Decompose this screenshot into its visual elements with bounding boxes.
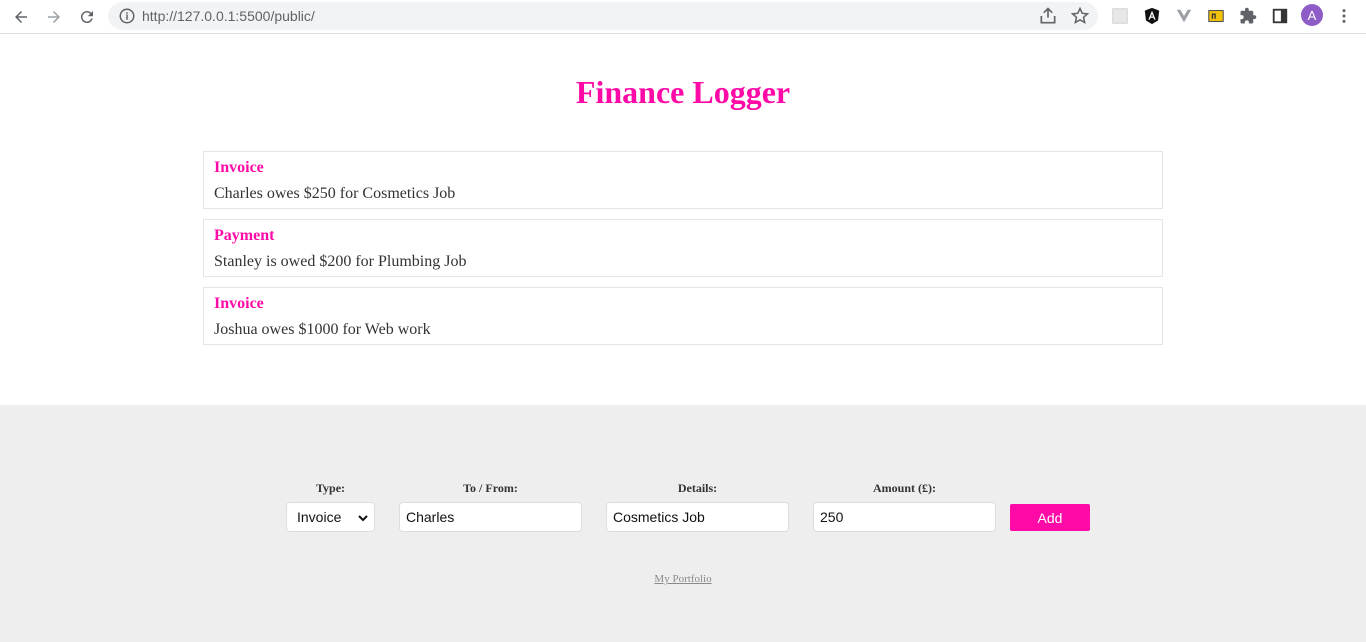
- type-field: Type: Invoice: [286, 482, 375, 532]
- page-title: Finance Logger: [575, 74, 791, 110]
- tofrom-field: To / From:: [399, 482, 582, 532]
- footer: Type: Invoice To / From: Details: Amount…: [0, 405, 1366, 642]
- amount-label: Amount (£):: [873, 481, 936, 495]
- type-select-wrap: Invoice: [286, 498, 375, 532]
- item-text: Charles owes $250 for Cosmetics Job: [214, 185, 456, 202]
- side-panel-icon[interactable]: [1270, 6, 1290, 26]
- list-item: Invoice Charles owes $250 for Cosmetics …: [203, 151, 1163, 209]
- profile-avatar[interactable]: A: [1301, 4, 1323, 26]
- browser-toolbar: http://127.0.0.1:5500/public/ A: [0, 0, 1366, 34]
- url-text[interactable]: http://127.0.0.1:5500/public/: [142, 7, 315, 25]
- bookmark-star-icon[interactable]: [1070, 6, 1090, 26]
- info-icon[interactable]: [118, 7, 136, 25]
- portfolio-link[interactable]: My Portfolio: [0, 573, 1366, 585]
- item-text: Joshua owes $1000 for Web work: [214, 321, 431, 338]
- tofrom-input[interactable]: [399, 502, 582, 532]
- vue-extension-icon[interactable]: [1174, 6, 1194, 26]
- item-type: Invoice: [214, 295, 264, 312]
- back-icon[interactable]: [9, 5, 33, 29]
- details-field: Details:: [606, 482, 789, 532]
- forward-icon[interactable]: [42, 5, 66, 29]
- list-item: Payment Stanley is owed $200 for Plumbin…: [203, 219, 1163, 277]
- amount-field: Amount (£):: [813, 482, 996, 532]
- extension-grid-icon[interactable]: [1110, 6, 1130, 26]
- share-icon[interactable]: [1038, 6, 1058, 26]
- angular-extension-icon[interactable]: [1142, 6, 1162, 26]
- extensions-puzzle-icon[interactable]: [1238, 6, 1258, 26]
- item-text: Stanley is owed $200 for Plumbing Job: [214, 253, 467, 270]
- add-button[interactable]: Add: [1010, 504, 1090, 531]
- details-label: Details:: [677, 481, 718, 495]
- tofrom-label: To / From:: [463, 481, 518, 495]
- type-label: Type:: [315, 481, 346, 495]
- item-type: Payment: [214, 227, 275, 244]
- item-list: Invoice Charles owes $250 for Cosmetics …: [203, 151, 1163, 355]
- menu-kebab-icon[interactable]: [1334, 6, 1354, 26]
- item-type: Invoice: [214, 159, 264, 176]
- extension-yellow-icon[interactable]: [1206, 6, 1226, 26]
- type-select[interactable]: Invoice: [286, 502, 375, 532]
- address-bar[interactable]: http://127.0.0.1:5500/public/: [108, 2, 1098, 30]
- reload-icon[interactable]: [75, 5, 99, 29]
- amount-input[interactable]: [813, 502, 996, 532]
- details-input[interactable]: [606, 502, 789, 532]
- list-item: Invoice Joshua owes $1000 for Web work: [203, 287, 1163, 345]
